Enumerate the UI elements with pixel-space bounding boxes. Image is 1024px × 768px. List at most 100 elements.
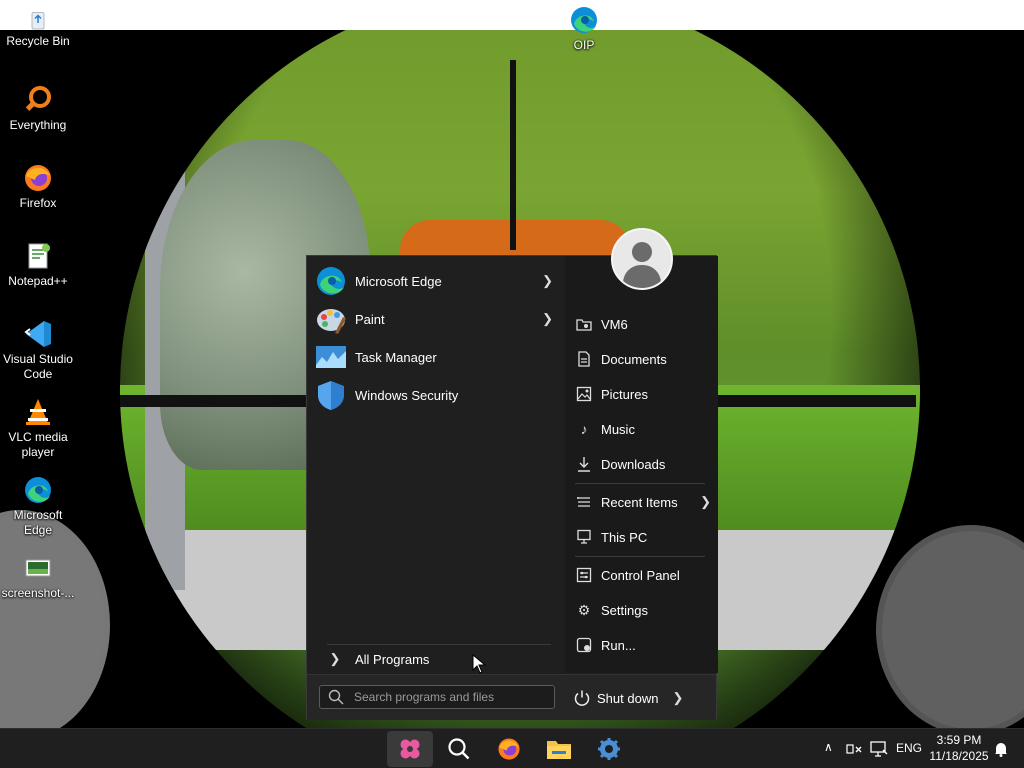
clock-time: 3:59 PM (936, 733, 982, 747)
shutdown-button[interactable]: Shut down ❯ (573, 686, 683, 710)
desktop-icon-vscode[interactable]: Visual Studio Code (0, 318, 76, 382)
clock-date: 11/18/2025 (929, 749, 989, 763)
chevron-right-icon[interactable]: ❯ (672, 690, 683, 706)
avatar-body (623, 265, 661, 288)
edge-icon (315, 265, 347, 297)
start-bottom-bar: Shut down ❯ (307, 674, 716, 720)
desktop-icon-label: Firefox (19, 196, 57, 210)
crosshair-right (716, 395, 916, 407)
network-disconnected-icon[interactable] (846, 741, 862, 757)
image-file-icon (25, 559, 51, 577)
search-icon (448, 738, 470, 760)
start-icon (400, 739, 420, 759)
desktop-icon-recycle-bin[interactable]: Recycle Bin (0, 8, 76, 49)
start-app-paint[interactable]: Paint ❯ (315, 301, 559, 337)
desktop-icon-screenshot[interactable]: screenshot-... (0, 552, 76, 601)
paint-icon (315, 303, 347, 335)
start-app-task-manager[interactable]: Task Manager (315, 339, 559, 375)
notepad-plus-plus-icon (28, 243, 50, 269)
desktop-icon-label: Everything (9, 118, 67, 132)
desktop-icon-label: Recycle Bin (6, 34, 70, 48)
taskbar-file-explorer-button[interactable] (536, 731, 582, 767)
monitor-icon[interactable] (870, 741, 888, 757)
document-icon (575, 350, 593, 368)
start-place-music[interactable]: ♪ Music (575, 414, 713, 444)
vlc-icon (26, 399, 50, 425)
start-menu: Microsoft Edge ❯ Paint ❯ Task Manager Wi… (306, 228, 718, 720)
start-place-documents[interactable]: Documents (575, 344, 713, 374)
recent-icon (575, 493, 593, 511)
everything-icon (25, 86, 51, 111)
avatar-head (632, 242, 652, 262)
desktop-icon-everything[interactable]: Everything (0, 84, 76, 133)
chevron-right-icon: ❯ (329, 651, 341, 666)
edge-icon (25, 477, 51, 503)
music-icon: ♪ (580, 421, 588, 437)
desktop-icon-label: VLC media player (8, 430, 68, 459)
all-programs-button[interactable]: ❯ All Programs (315, 646, 559, 672)
crosshair-vertical (510, 60, 516, 250)
desktop-icon-label: OIP (573, 38, 595, 52)
taskbar-settings-button[interactable] (586, 731, 632, 767)
clock[interactable]: 3:59 PM 11/18/2025 (928, 732, 990, 764)
firefox-icon (25, 165, 51, 191)
search-icon (328, 689, 344, 705)
search-box[interactable] (319, 685, 555, 709)
desktop-icon-label: Microsoft Edge (13, 508, 63, 537)
desktop-icon-oip[interactable]: OIP (546, 4, 622, 53)
start-app-label: Microsoft Edge (355, 273, 442, 289)
language-indicator[interactable]: ENG (896, 741, 922, 755)
mouse-cursor-icon (472, 654, 486, 674)
tray-overflow-chevron-icon[interactable]: ∧ (824, 740, 833, 754)
start-place-label: This PC (601, 529, 648, 545)
start-button[interactable] (387, 731, 433, 767)
start-place-this-pc[interactable]: This PC (575, 522, 713, 552)
avatar[interactable] (611, 228, 673, 290)
vscode-icon (24, 321, 51, 347)
start-place-control-panel[interactable]: Control Panel (575, 560, 713, 590)
divider (575, 483, 705, 484)
start-app-label: Windows Security (355, 387, 459, 403)
start-place-recent-items[interactable]: Recent Items ❯ (575, 487, 713, 517)
top-strip (0, 0, 1024, 30)
taskbar-firefox-button[interactable] (486, 731, 532, 767)
start-app-label: Task Manager (355, 349, 437, 365)
all-programs-label: All Programs (355, 651, 430, 667)
start-place-label: Run... (601, 637, 636, 653)
shield-icon (315, 379, 347, 411)
start-place-settings[interactable]: ⚙ Settings (575, 595, 713, 625)
desktop-icon-edge[interactable]: Microsoft Edge (0, 474, 76, 538)
desktop-icon-label: Notepad++ (8, 274, 68, 288)
start-place-run[interactable]: Run... (575, 630, 713, 660)
settings-icon (598, 738, 620, 760)
download-icon (575, 455, 593, 473)
start-place-label: Documents (601, 351, 667, 367)
start-app-label: Paint (355, 311, 385, 327)
computer-icon (575, 528, 593, 546)
start-place-pictures[interactable]: Pictures (575, 379, 713, 409)
task-manager-icon (315, 341, 347, 373)
picture-icon (575, 385, 593, 403)
desktop-icon-vlc[interactable]: VLC media player (0, 396, 76, 460)
desktop-icon-notepad-plus-plus[interactable]: Notepad++ (0, 240, 76, 289)
search-input[interactable] (354, 690, 554, 704)
start-place-vm6[interactable]: VM6 (575, 309, 713, 339)
start-app-edge[interactable]: Microsoft Edge ❯ (315, 263, 559, 299)
crosshair-left (120, 395, 310, 407)
start-pinned-list: Microsoft Edge ❯ Paint ❯ Task Manager Wi… (307, 256, 561, 673)
desktop-icon-firefox[interactable]: Firefox (0, 162, 76, 211)
firefox-icon (498, 738, 520, 760)
notification-bell-icon[interactable] (994, 741, 1008, 757)
run-icon (575, 636, 593, 654)
start-app-windows-security[interactable]: Windows Security (315, 377, 559, 413)
edge-icon (571, 7, 597, 33)
shutdown-label: Shut down (597, 690, 659, 706)
start-place-label: Recent Items (601, 494, 678, 510)
control-panel-icon (575, 566, 593, 584)
desktop-icon-label: screenshot-... (1, 586, 75, 600)
user-folder-icon (575, 315, 593, 333)
start-place-label: Control Panel (601, 567, 680, 583)
start-place-downloads[interactable]: Downloads (575, 449, 713, 479)
taskbar: ∧ ENG 3:59 PM 11/18/2025 (0, 728, 1024, 768)
taskbar-search-button[interactable] (436, 731, 482, 767)
